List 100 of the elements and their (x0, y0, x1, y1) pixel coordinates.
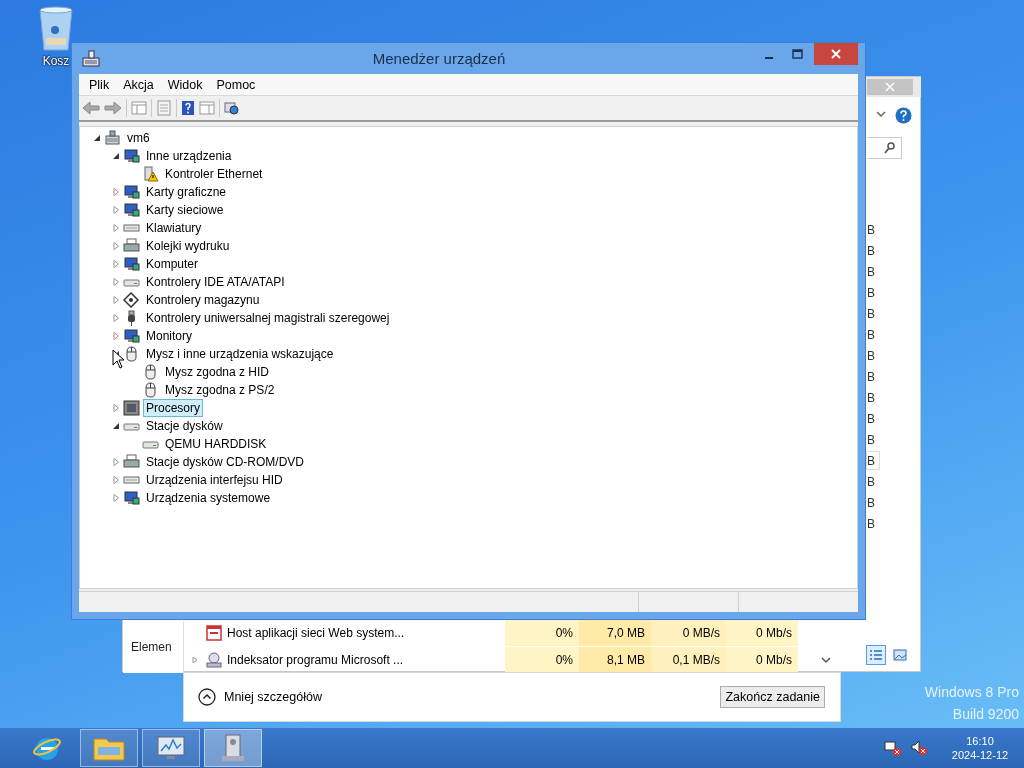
maximize-icon (791, 49, 803, 59)
tree-item[interactable]: Karty sieciowe (143, 201, 227, 219)
edition-text: Build 9200 (952, 706, 1019, 722)
window-app-icon (205, 625, 223, 641)
panel-label: Elemen (131, 640, 172, 654)
minimize-icon (764, 57, 774, 59)
network-error-icon[interactable] (884, 740, 902, 756)
clock[interactable]: 16:10 2024-12-12 (950, 734, 1010, 762)
window-title: Menedżer urządzeń (371, 50, 507, 67)
table-cell: 0 Mb/s (726, 620, 798, 646)
tree-item[interactable]: Stacje dysków (143, 417, 226, 435)
table-cell-text: B (866, 389, 876, 407)
monitor-icon (123, 328, 140, 344)
expander-icon[interactable] (112, 422, 120, 430)
tree-item[interactable]: Stacje dysków CD-ROM/DVD (143, 453, 308, 471)
tree-item[interactable]: Kontroler Ethernet (162, 165, 266, 183)
tree-item[interactable]: Kontrolery magazynu (143, 291, 263, 309)
table-cell: 7,0 MB (579, 620, 651, 646)
monitor-icon (123, 490, 140, 506)
close-button[interactable] (814, 43, 858, 65)
tree-item[interactable]: QEMU HARDDISK (162, 435, 270, 453)
mouse-cursor-icon (112, 349, 125, 369)
help-icon[interactable] (181, 100, 195, 116)
scan-hardware-icon[interactable] (224, 100, 240, 116)
table-cell: 0% (505, 620, 579, 646)
mouse-icon (142, 382, 159, 398)
table-cell-text: B (866, 515, 876, 533)
tree-item[interactable]: Kolejki wydruku (143, 237, 233, 255)
diamond-connector-icon (123, 292, 140, 308)
search-field[interactable] (867, 137, 902, 159)
tree-item[interactable]: Procesory (143, 399, 204, 417)
menu-item[interactable]: Plik (82, 77, 117, 92)
printer-icon (123, 454, 140, 470)
details-list-icon (869, 649, 883, 661)
table-cell-text: B (866, 431, 876, 449)
chevron-down-icon[interactable] (876, 111, 886, 118)
tree-item[interactable]: Mysz zgodna z HID (162, 363, 273, 381)
speaker-muted-icon[interactable] (910, 740, 928, 756)
expander-icon[interactable] (93, 134, 101, 142)
table-cell-text: B (866, 494, 876, 512)
help-icon[interactable] (895, 107, 912, 124)
panel-window-icon[interactable] (131, 101, 147, 115)
tree-item[interactable]: Urządzenia interfejsu HID (143, 471, 286, 489)
properties-sheet-icon[interactable] (156, 100, 172, 116)
back-arrow-icon[interactable] (82, 101, 100, 115)
menu-item[interactable]: Akcja (116, 77, 161, 92)
tree-item[interactable]: Mysz zgodna z PS/2 (162, 381, 278, 399)
desktop-icon-label[interactable]: Kosz (42, 54, 70, 68)
menu-item[interactable]: Widok (160, 77, 210, 92)
tree-item[interactable]: Kontrolery IDE ATA/ATAPI (143, 273, 288, 291)
recycle-bin-icon[interactable] (37, 6, 75, 52)
table-cell-text: B (866, 263, 876, 281)
monitor-icon (123, 256, 140, 272)
fewer-details-button[interactable]: Mniej szczegółów (198, 688, 322, 706)
taskbar-app-button[interactable] (80, 729, 138, 767)
table-cell-text: B (866, 242, 876, 260)
chip-icon (123, 400, 140, 416)
mouse-icon (123, 346, 140, 362)
menu-item[interactable]: Pomoc (209, 77, 263, 92)
picture-view-icon (893, 649, 907, 661)
taskbar-app-button[interactable] (204, 729, 262, 767)
tree-item[interactable]: Komputer (143, 255, 202, 273)
table-cell-text: B (866, 368, 876, 386)
scroll-down-icon[interactable] (821, 657, 831, 664)
view-button[interactable] (866, 645, 886, 665)
table-cell: 0 Mb/s (726, 647, 798, 673)
monitor-icon (123, 202, 140, 218)
tree-item[interactable]: Klawiatury (143, 219, 205, 237)
magnifier-app-icon (205, 652, 223, 668)
table-cell-text: B (866, 284, 876, 302)
table-cell-text: B (866, 221, 876, 239)
computer-icon (82, 49, 100, 68)
table-cell-text: B (866, 410, 876, 428)
monitor-icon (123, 148, 140, 164)
tree-item[interactable]: Urządzenia systemowe (143, 489, 274, 507)
chevron-up-circle-icon (198, 688, 216, 706)
close-icon (831, 49, 841, 59)
monitor-icon (123, 184, 140, 200)
end-task-button[interactable]: Zakończ zadanie (720, 686, 825, 708)
table-cell: 0% (505, 647, 579, 673)
table-cell: B (866, 451, 880, 470)
warning-device-icon (142, 166, 159, 182)
close-icon[interactable] (867, 79, 913, 95)
process-name: Host aplikacji sieci Web system... (227, 626, 406, 640)
computer-icon (104, 130, 121, 146)
expander-icon[interactable] (112, 152, 120, 160)
tree-item[interactable]: Kontrolery uniwersalnej magistrali szeregowej (143, 309, 393, 327)
table-cell: 0,1 MB/s (651, 647, 726, 673)
table-cell-text: B (866, 347, 876, 365)
table-cell: 0 MB/s (651, 620, 726, 646)
forward-arrow-icon[interactable] (104, 101, 122, 115)
mouse-icon (142, 364, 159, 380)
tree-item[interactable]: Mysz i inne urządzenia wskazujące (143, 345, 337, 363)
tree-item[interactable]: Inne urządzenia (143, 147, 235, 165)
table-cell: 8,1 MB (579, 647, 651, 673)
tree-item[interactable]: vm6 (124, 129, 153, 147)
tree-item[interactable]: Monitory (143, 327, 195, 345)
tree-item[interactable]: Karty graficzne (143, 183, 230, 201)
edition-text: Windows 8 Pro (924, 684, 1019, 700)
taskbar-app-button[interactable] (142, 729, 200, 767)
